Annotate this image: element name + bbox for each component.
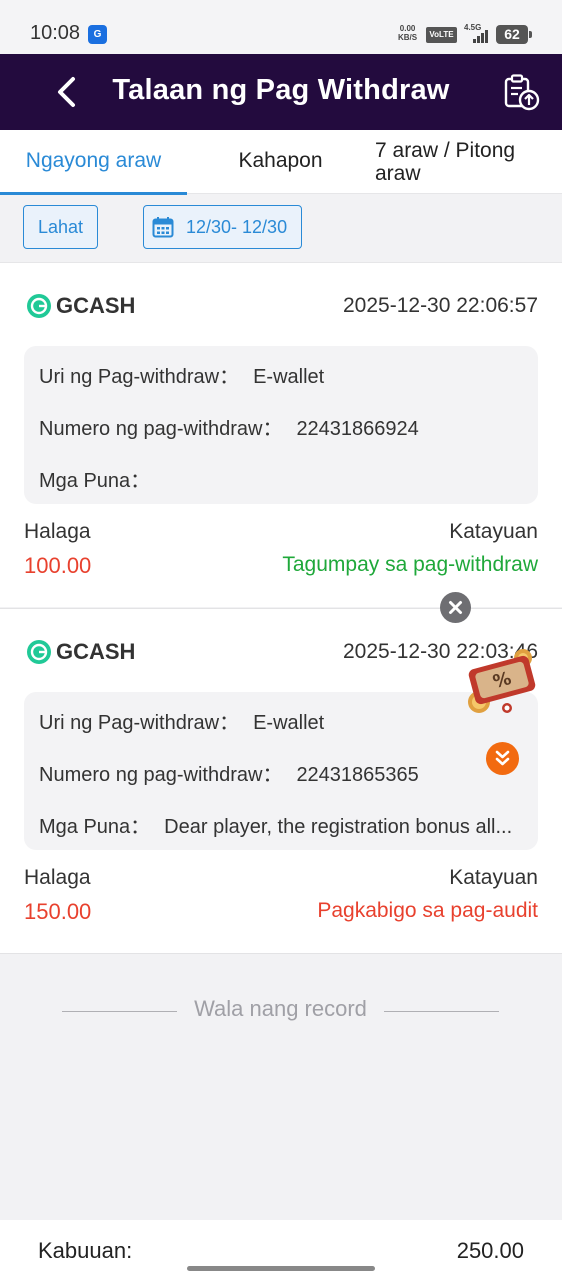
amount-value: 100.00 [24,553,92,578]
withdraw-number-value: 22431866924 [296,418,419,440]
period-tabs: Ngayong araw Kahapon 7 araw / Pitong ara… [0,130,562,195]
tab-yesterday-label: Kahapon [238,149,323,172]
status-time: 10:08 [30,22,81,44]
withdraw-type-row: Uri ng Pag-withdraw： E-wallet [39,360,523,389]
back-button[interactable] [48,68,88,116]
status-bar: 10:08 G 0.00 KB/S VoLTE 4.5G 62 [0,0,562,54]
remarks-row: Mga Puna： [39,464,523,493]
withdraw-type-value: E-wallet [253,712,325,734]
promo-discount-badge[interactable]: % [461,640,543,720]
remarks-label: Mga Puna： [39,816,151,838]
withdraw-number-row: Numero ng pag-withdraw： 22431866924 [39,412,523,441]
app-notification-icon: G [88,25,107,44]
net-speed-value: 0.00 [399,24,416,33]
withdraw-number-value: 22431865365 [296,764,419,786]
record-details: Uri ng Pag-withdraw： E-wallet Numero ng p… [24,346,538,504]
payment-method: GCASH [26,293,135,319]
withdraw-number-row: Numero ng pag-withdraw： 22431865365 [39,758,523,787]
remarks-value: Dear player, the registration bonus all.… [164,816,513,838]
total-footer: Kabuuan: 250.00 [0,1220,562,1280]
withdraw-number-label: Numero ng pag-withdraw： [39,418,283,440]
withdraw-type-value: E-wallet [253,366,325,388]
net-speed-unit: KB/S [398,33,418,42]
gcash-logo-icon [27,294,51,318]
end-of-list-text: Wala nang record [194,996,367,1021]
network-type: 4.5G [464,23,482,32]
remarks-label: Mga Puna： [39,470,151,492]
amount-label: Halaga [24,866,91,889]
status-value: Pagkabigo sa pag-audit [317,899,538,922]
amount-label: Halaga [24,520,91,543]
app-header: Talaan ng Pag Withdraw [0,54,562,130]
calendar-icon [152,217,174,238]
home-indicator[interactable] [187,1266,375,1271]
tab-yesterday[interactable]: Kahapon [187,130,374,194]
chevron-left-icon [58,77,75,107]
withdraw-type-label: Uri ng Pag-withdraw： [39,712,240,734]
total-label: Kabuuan: [38,1238,133,1263]
status-label: Katayuan [449,520,538,543]
close-icon [449,601,462,614]
discount-ticket-icon: % [468,649,536,713]
withdraw-type-label: Uri ng Pag-withdraw： [39,366,240,388]
payment-method-name: GCASH [56,293,136,318]
withdraw-number-label: Numero ng pag-withdraw： [39,764,283,786]
withdraw-record[interactable]: GCASH 2025-12-30 22:06:57 Uri ng Pag-wit… [0,262,562,607]
amount-value: 150.00 [24,899,92,924]
tab-today-label: Ngayong araw [25,149,162,172]
volte-badge: VoLTE [426,27,457,43]
net-speed: 0.00 KB/S [398,24,417,42]
payment-method-name: GCASH [56,639,136,664]
tab-seven-days[interactable]: 7 araw / Pitong araw [375,130,562,194]
gcash-logo-icon [27,640,51,664]
signal-icon: 4.5G [464,23,490,43]
status-label: Katayuan [449,866,538,889]
filter-all-button[interactable]: Lahat [23,205,98,249]
divider [384,1011,499,1012]
scroll-down-button[interactable] [486,742,519,775]
tab-seven-days-label: 7 araw / Pitong araw [375,139,516,185]
export-records-button[interactable] [502,74,542,112]
remarks-row: Mga Puna： Dear player, the registration b… [39,810,523,839]
filter-bar: Lahat 12/30- 12/30 [0,195,562,261]
date-range-button[interactable]: 12/30- 12/30 [143,205,302,249]
payment-method: GCASH [26,639,135,665]
battery-icon: 62 [496,25,532,44]
withdraw-type-row: Uri ng Pag-withdraw： E-wallet [39,706,523,735]
total-value: 250.00 [456,1238,524,1263]
end-of-list: Wala nang record [62,996,499,1026]
double-chevron-down-icon [495,750,510,766]
close-promo-button[interactable] [440,592,471,623]
record-datetime: 2025-12-30 22:06:57 [343,294,538,317]
page-title: Talaan ng Pag Withdraw [112,74,450,106]
tab-today[interactable]: Ngayong araw [0,130,187,195]
clipboard-upload-icon [504,74,540,111]
status-value: Tagumpay sa pag-withdraw [282,553,538,576]
date-range-label: 12/30- 12/30 [186,217,288,237]
